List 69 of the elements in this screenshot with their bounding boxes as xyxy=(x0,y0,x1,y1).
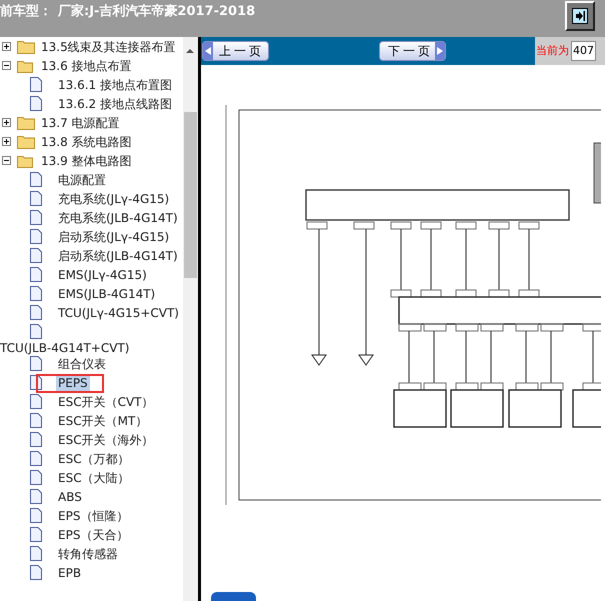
document-icon xyxy=(30,432,42,447)
document-icon xyxy=(30,210,42,225)
previous-page-button[interactable]: 上一页 xyxy=(202,41,269,61)
document-icon xyxy=(30,172,42,187)
current-page-label: 当前为 xyxy=(536,42,569,59)
tree-item[interactable]: EMS(JLB-4G14T) xyxy=(56,284,158,302)
tree-item[interactable]: 13.8 系统电路图 xyxy=(39,132,134,150)
document-icon xyxy=(30,356,42,371)
tree-item[interactable]: EPS（天合） xyxy=(56,526,130,544)
document-icon xyxy=(30,394,42,409)
tree-item[interactable]: 13.9 整体电路图 xyxy=(39,152,134,170)
document-icon xyxy=(30,191,42,206)
tree-item[interactable]: 启动系统(JLγ-4G15) xyxy=(56,228,172,246)
exit-button[interactable] xyxy=(565,1,595,31)
tree-item[interactable]: ESC开关（海外） xyxy=(56,430,156,448)
tree-item[interactable]: 13.6.1 接地点布置图 xyxy=(56,76,174,94)
document-icon xyxy=(30,565,42,580)
document-icon xyxy=(30,286,42,301)
tree-item[interactable]: ABS xyxy=(56,488,84,506)
tree-item[interactable]: 启动系统(JLB-4G14T) xyxy=(56,246,180,264)
document-icon xyxy=(30,451,42,466)
tree-item[interactable]: 13.5线束及其连接器布置 xyxy=(39,38,178,56)
exit-icon xyxy=(572,8,588,24)
annotation-box xyxy=(36,374,104,393)
document-icon xyxy=(30,413,42,428)
document-icon xyxy=(30,77,42,92)
next-page-button[interactable]: 下一页 xyxy=(379,41,446,61)
tree-item[interactable]: 转角传感器 xyxy=(56,544,120,562)
tree-item[interactable]: EPB xyxy=(56,564,84,582)
tree-item[interactable]: 13.6 接地点布置 xyxy=(39,56,134,74)
collapse-toggle[interactable] xyxy=(2,156,11,165)
tree-item[interactable]: ESC开关（CVT） xyxy=(56,392,156,410)
document-icon xyxy=(30,470,42,485)
document-icon xyxy=(30,248,42,263)
tree-item[interactable]: TCU(JLγ-4G15+CVT) xyxy=(56,304,181,322)
tree-item[interactable]: EMS(JLγ-4G15) xyxy=(56,266,149,284)
document-icon xyxy=(30,527,42,542)
document-icon xyxy=(30,96,42,111)
tree-item[interactable]: 充电系统(JLγ-4G15) xyxy=(56,190,172,208)
tree-item[interactable]: 13.7 电源配置 xyxy=(39,114,122,132)
header-label: 前车型： xyxy=(0,2,52,21)
tree-item[interactable]: 电源配置 xyxy=(56,170,108,188)
tree-item[interactable]: TCU(JLB-4G14T+CVT) xyxy=(0,338,132,356)
tree-item[interactable]: 组合仪表 xyxy=(56,354,108,372)
document-icon xyxy=(30,229,42,244)
tree-item[interactable]: 充电系统(JLB-4G14T) xyxy=(56,208,180,226)
folder-icon xyxy=(17,116,35,130)
folder-icon xyxy=(17,154,35,168)
expand-toggle[interactable] xyxy=(2,42,11,51)
document-icon xyxy=(30,305,42,320)
expand-toggle[interactable] xyxy=(2,137,11,146)
document-icon xyxy=(30,267,42,282)
document-icon xyxy=(30,324,42,339)
tree-item[interactable]: ESC（大陆） xyxy=(56,468,132,486)
collapse-toggle[interactable] xyxy=(2,61,11,70)
page-number-field[interactable]: 407 xyxy=(571,41,596,61)
tree-item[interactable]: 13.6.2 接地点线路图 xyxy=(56,94,174,112)
document-icon xyxy=(30,489,42,504)
document-icon xyxy=(30,546,42,561)
tree-item[interactable]: EPS（恒隆） xyxy=(56,506,130,524)
folder-icon xyxy=(17,134,35,148)
vehicle-model: 厂家:J-吉利汽车帝豪2017-2018 xyxy=(58,2,256,21)
folder-icon xyxy=(17,58,35,72)
tree-item[interactable]: ESC开关（MT） xyxy=(56,412,150,430)
scrollbar[interactable] xyxy=(183,37,198,601)
document-icon xyxy=(30,508,42,523)
expand-toggle[interactable] xyxy=(2,118,11,127)
tree-item[interactable]: ESC（万都） xyxy=(56,450,132,468)
folder-icon xyxy=(17,40,35,54)
